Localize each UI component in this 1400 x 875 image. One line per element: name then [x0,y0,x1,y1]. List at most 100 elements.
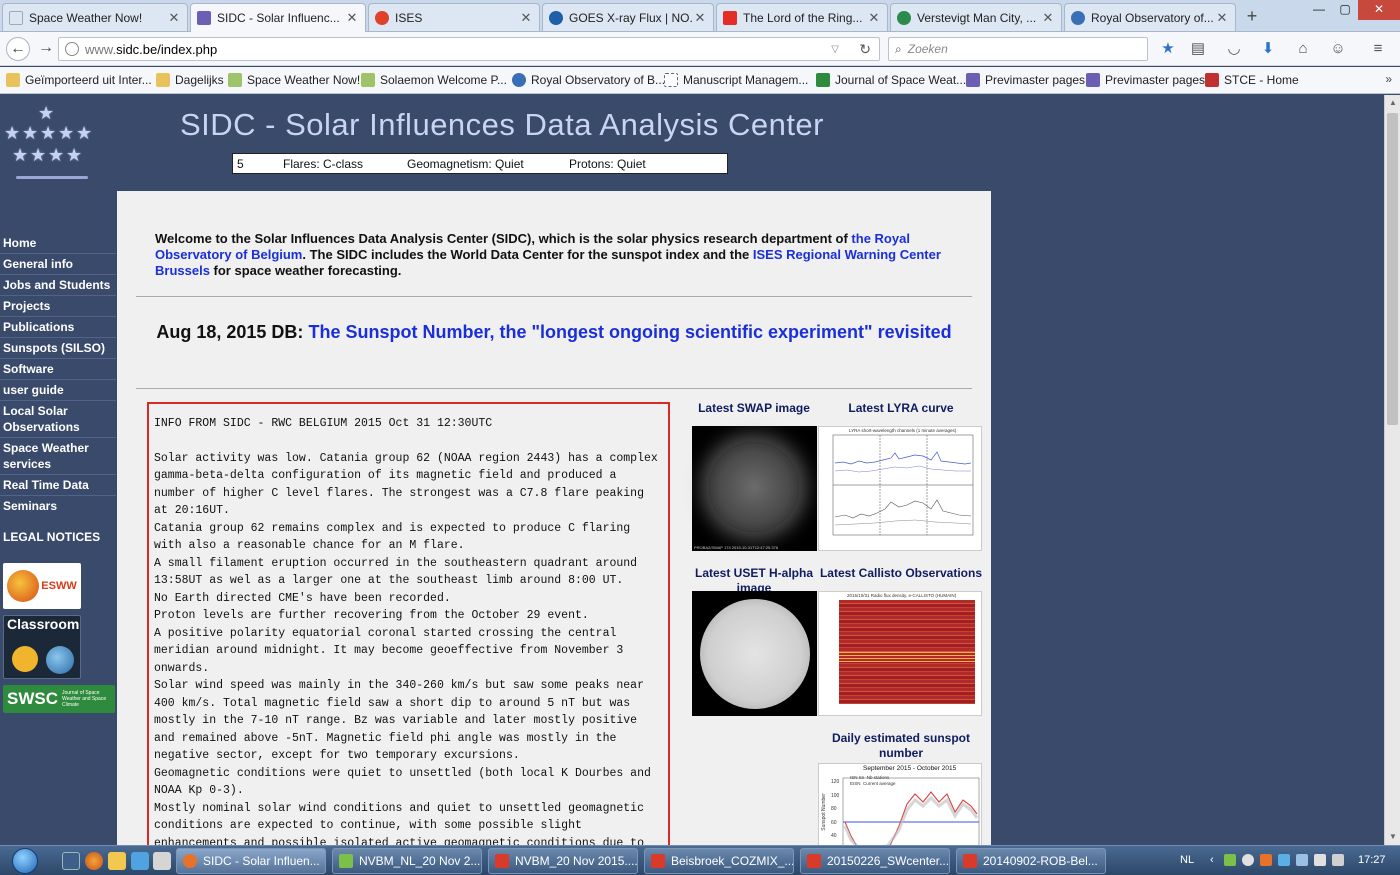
sidebar-item-home[interactable]: Home [0,233,116,254]
eisn-line [844,791,978,845]
bookmark-item[interactable]: Manuscript Managem... [664,73,808,87]
swap-image[interactable]: PROBA2/SWAP 174 2015-10-31T12:47:25.376 [692,426,817,551]
reload-icon[interactable]: ↻ [859,41,871,58]
tab-youtube[interactable]: The Lord of the Ring... ✕ [716,3,888,31]
tab-favicon-icon [549,10,563,25]
bookmark-star-icon[interactable]: ★ [1158,39,1178,59]
sidc-logo[interactable]: ★ ★ ★ ★ ★ ★ ★ ★ ★ ★ [4,101,96,179]
ticker-protons: Protons: Quiet [569,156,646,171]
tray-app-icon[interactable] [1224,854,1236,866]
downloads-icon[interactable]: ⬇ [1258,39,1278,59]
taskbar-window-doc[interactable]: NVBM_NL_20 Nov 2... [332,848,482,874]
tab-goes[interactable]: GOES X-ray Flux | NO... ✕ [542,3,714,31]
tab-royal-observatory[interactable]: Royal Observatory of... ✕ [1064,3,1236,31]
sidebar-item-sunspots[interactable]: Sunspots (SILSO) [0,338,116,359]
language-indicator[interactable]: NL [1180,854,1194,866]
clock[interactable]: 17:27 [1358,854,1386,866]
forward-arrow-icon[interactable]: → [34,37,58,61]
flag-icon[interactable] [1314,854,1326,866]
taskbar-window-pdf[interactable]: 20140902-ROB-Bel... [956,848,1106,874]
maximize-button[interactable]: ▢ [1332,0,1358,20]
tray-app-icon[interactable] [1242,854,1254,866]
sidebar-item-local-solar[interactable]: Local Solar Observations [0,401,116,438]
tab-close-icon[interactable]: ✕ [693,10,707,26]
tab-close-icon[interactable]: ✕ [867,10,881,26]
show-desktop-icon[interactable] [62,852,80,870]
uset-halpha-image[interactable] [692,591,817,716]
scrollbar-thumb[interactable] [1387,113,1398,425]
scroll-down-icon[interactable]: ▼ [1385,829,1400,845]
welcome-part-2: . The SIDC includes the World Data Cente… [302,247,753,262]
sunspot-number-chart[interactable]: September 2015 - October 2015 ISN Sn Nb … [818,763,982,845]
headline-link[interactable]: The Sunspot Number, the "longest ongoing… [308,322,951,342]
tab-space-weather-now[interactable]: Space Weather Now! ✕ [2,3,188,31]
sidebar-item-software[interactable]: Software [0,359,116,380]
classroom-badge[interactable]: Classroom [3,615,81,679]
pocket-icon[interactable]: ◡ [1224,39,1244,59]
tab-close-icon[interactable]: ✕ [1215,10,1229,26]
tray-expand-icon[interactable]: ‹ [1210,854,1214,866]
volume-icon[interactable] [1332,854,1344,866]
tab-favicon-icon [897,10,911,25]
lyra-plot[interactable]: LYRA short-wavelength channels (1 minute… [818,426,982,551]
swsc-badge[interactable]: SWSC Journal of Space Weather and Space … [3,685,115,713]
esww-badge[interactable]: ESWW [3,563,81,609]
start-button[interactable] [4,847,48,875]
quicklaunch-app-icon[interactable] [131,852,149,870]
close-window-button[interactable]: ✕ [1358,0,1400,20]
legal-notices-link[interactable]: LEGAL NOTICES [3,530,100,544]
tab-sidc[interactable]: SIDC - Solar Influenc... ✕ [190,3,366,32]
bookmark-item[interactable]: Geïmporteerd uit Inter... [6,73,152,87]
tab-man-city[interactable]: Verstevigt Man City, ... ✕ [890,3,1062,31]
search-input[interactable]: ⌕ Zoeken [888,37,1148,61]
sunspot-number-label: Daily estimated sunspot number [831,731,971,760]
sidebar-item-user-guide[interactable]: user guide [0,380,116,401]
tab-ises[interactable]: ISES ✕ [368,3,540,31]
sidebar-item-general-info[interactable]: General info [0,254,116,275]
explorer-folder-icon[interactable] [108,852,126,870]
tab-close-icon[interactable]: ✕ [167,10,181,26]
new-tab-button[interactable]: + [1240,5,1264,29]
bookmark-item[interactable]: Dagelijks [156,73,224,87]
tab-close-icon[interactable]: ✕ [345,10,359,26]
dropdown-arrow-icon[interactable]: ▽ [831,44,839,55]
tray-app-icon[interactable] [1278,854,1290,866]
bookmark-item[interactable]: Journal of Space Weat... [816,73,966,87]
taskbar-window-firefox[interactable]: SIDC - Solar Influen... [176,848,326,874]
taskbar-window-label: Beisbroek_COZMIX_... [671,854,794,868]
network-icon[interactable] [1296,854,1308,866]
bookmarks-menu-icon[interactable]: ▤ [1188,39,1208,59]
taskbar-window-pdf[interactable]: NVBM_20 Nov 2015.... [488,848,638,874]
tab-close-icon[interactable]: ✕ [1041,10,1055,26]
back-arrow-icon[interactable]: ← [6,37,30,61]
taskbar-window-label: SIDC - Solar Influen... [203,854,320,868]
scroll-up-icon[interactable]: ▲ [1385,95,1400,111]
sidebar-item-jobs[interactable]: Jobs and Students [0,275,116,296]
taskbar-window-pdf[interactable]: 20150226_SWcenter... [800,848,950,874]
minimize-button[interactable]: — [1306,0,1332,20]
tray-app-icon[interactable] [1260,854,1272,866]
sidebar-item-real-time-data[interactable]: Real Time Data [0,475,116,496]
bookmark-item[interactable]: STCE - Home [1205,73,1299,87]
bookmarks-overflow-icon[interactable]: » [1385,72,1392,86]
callisto-spectrogram[interactable]: 2015/10/31 Radio flux density, e-CALLIST… [818,591,982,716]
tab-close-icon[interactable]: ✕ [519,10,533,26]
bookmark-item[interactable]: Solaemon Welcome P... [361,73,507,87]
home-icon[interactable]: ⌂ [1293,39,1313,59]
hamburger-menu-icon[interactable]: ≡ [1368,39,1388,59]
hello-icon[interactable]: ☺ [1328,39,1348,59]
sidebar-item-projects[interactable]: Projects [0,296,116,317]
bookmark-item[interactable]: Space Weather Now! [228,73,360,87]
quicklaunch-app-icon[interactable] [153,852,171,870]
firefox-icon[interactable] [85,852,103,870]
sidebar-item-space-weather[interactable]: Space Weather services [0,438,116,475]
url-bar[interactable]: www. sidc.be/index.php ▽ ↻ [58,37,880,61]
bookmark-item[interactable]: Previmaster pages [966,73,1085,87]
sidebar-item-seminars[interactable]: Seminars [0,496,116,516]
welcome-part-3: for space weather forecasting. [209,263,402,278]
sidebar-item-publications[interactable]: Publications [0,317,116,338]
taskbar-window-pdf[interactable]: Beisbroek_COZMIX_... [644,848,794,874]
bookmark-item[interactable]: Royal Observatory of B... [512,73,665,87]
bookmark-item[interactable]: Previmaster pages [1086,73,1205,87]
page-scrollbar[interactable]: ▲ ▼ [1384,95,1400,845]
